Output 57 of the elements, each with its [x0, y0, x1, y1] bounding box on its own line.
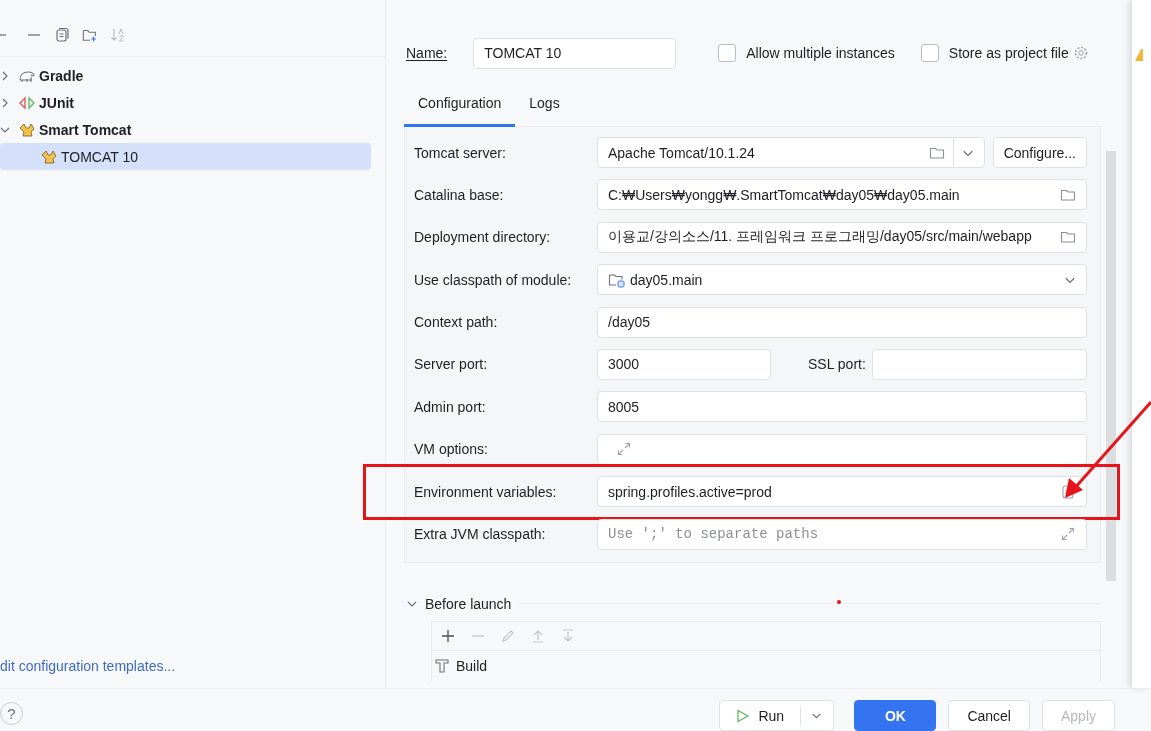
field-label: Admin port: [414, 398, 487, 415]
chevron-icon[interactable] [0, 70, 10, 81]
settings-icon[interactable] [1072, 45, 1089, 61]
tab[interactable]: Logs [515, 82, 574, 127]
field-label: Server port: [414, 356, 489, 373]
move-down-icon[interactable] [560, 627, 576, 644]
field-label: SSL port: [808, 356, 866, 373]
cat-icon [40, 148, 58, 165]
path-field[interactable]: C:₩Users₩yongg₩.SmartTomcat₩day05₩day05.main [597, 179, 1087, 211]
dialog-button[interactable]: Cancel [948, 700, 1030, 731]
warning-icon [1135, 48, 1143, 62]
folder-icon[interactable] [1060, 229, 1076, 246]
name-label: Name: [406, 45, 448, 61]
port-field[interactable]: 3000 [597, 348, 771, 380]
copy-icon[interactable] [54, 27, 70, 43]
expand-icon[interactable] [616, 441, 632, 458]
tree-item[interactable]: Gradle [0, 62, 371, 89]
text-field[interactable]: /day05 [597, 306, 1087, 338]
task-item[interactable]: Build [432, 650, 488, 681]
port-field[interactable] [871, 348, 1087, 380]
field-label: Extra JVM classpath: [414, 526, 547, 542]
expand-icon[interactable] [1060, 526, 1076, 542]
checkbox-option[interactable]: Allow multiple instances [718, 44, 895, 62]
chevron-icon[interactable] [0, 97, 10, 108]
run-button[interactable]: Run [719, 700, 835, 731]
tree-item[interactable]: JUnit [0, 89, 371, 116]
text-field[interactable]: 8005 [597, 391, 1087, 423]
field-label: Tomcat server: [414, 144, 507, 161]
server-select[interactable]: Apache Tomcat/10.1.24 [597, 137, 985, 168]
configure-button[interactable]: Configure... [992, 137, 1087, 168]
field-label: Use classpath of module: [414, 271, 573, 288]
field-label: VM options: [414, 441, 489, 458]
sort-icon[interactable] [110, 27, 126, 43]
env-variables-field[interactable]: spring.profiles.active=prod [597, 476, 1087, 508]
tree-item[interactable]: Smart Tomcat [0, 116, 371, 143]
new-folder-icon[interactable] [82, 27, 98, 43]
add-icon[interactable] [440, 627, 456, 644]
field-label: Environment variables: [414, 483, 558, 500]
triangles-icon [18, 94, 36, 111]
path-field[interactable]: 이용교/강의소스/11. 프레임워크 프로그래밍/day05/src/main/webapp [597, 221, 1087, 253]
play-icon [736, 708, 751, 723]
scrollbar[interactable] [1106, 151, 1116, 581]
name-field[interactable]: TOMCAT 10 [473, 37, 677, 69]
field-label: Context path: [414, 314, 499, 331]
cat-icon [18, 121, 36, 138]
text-field[interactable] [597, 433, 1087, 465]
checkbox-option[interactable]: Store as project file [920, 44, 1069, 62]
field-label: Deployment directory: [414, 229, 552, 246]
edit-templates-link[interactable]: dit configuration templates... [0, 658, 176, 674]
annotation-dot [837, 600, 841, 604]
module-select[interactable]: day05.main [597, 264, 1087, 296]
hammer-icon [434, 657, 450, 674]
tree-item[interactable]: TOMCAT 10 [0, 143, 371, 170]
module-icon [608, 271, 626, 288]
ok-button[interactable]: OK [854, 700, 937, 731]
field-label: Catalina base: [414, 186, 505, 203]
section-title[interactable]: Before launch [425, 595, 512, 612]
